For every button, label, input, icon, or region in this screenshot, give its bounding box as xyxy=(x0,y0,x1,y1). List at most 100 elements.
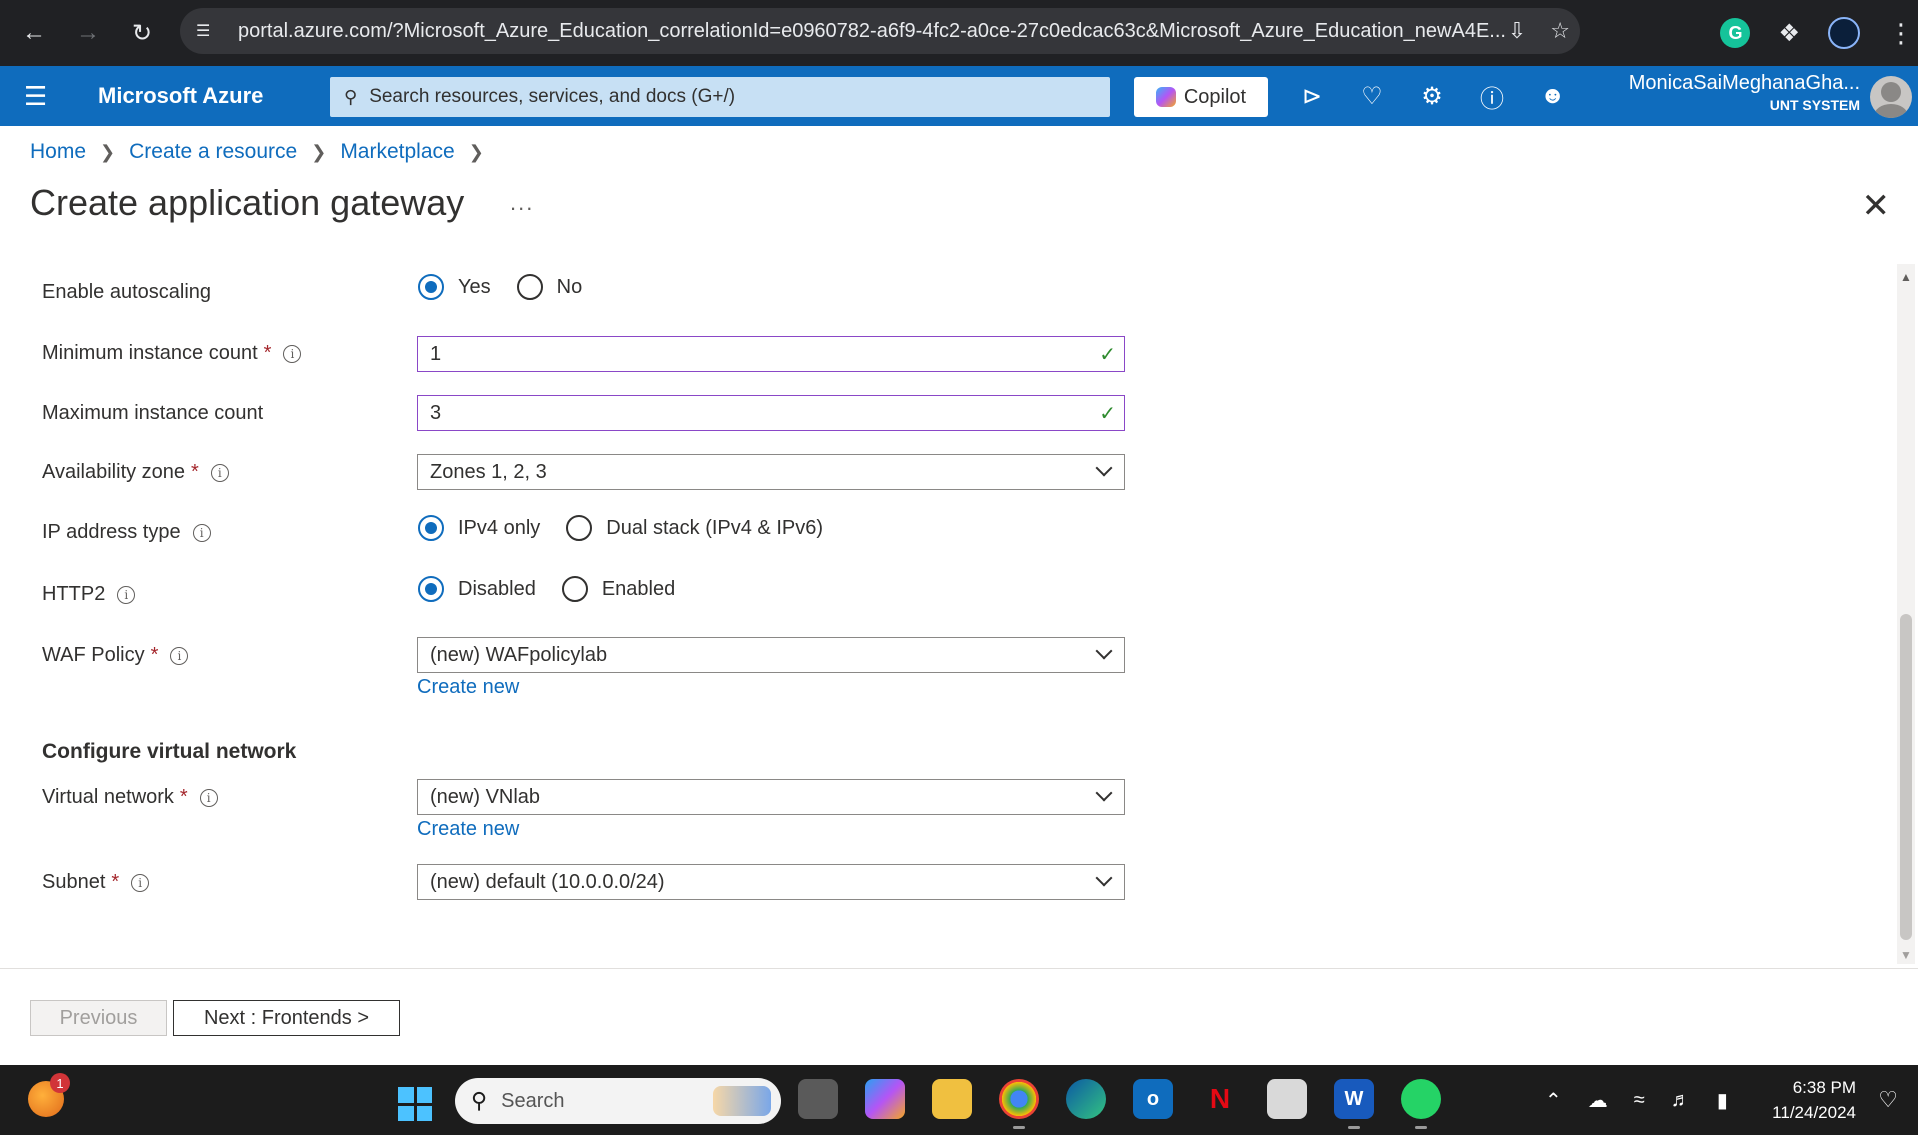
availability-zone-dropdown[interactable]: Zones 1, 2, 3 xyxy=(417,454,1125,490)
azure-header: ☰ Microsoft Azure ⚲ Search resources, se… xyxy=(0,66,1918,126)
task-view-icon[interactable] xyxy=(798,1079,838,1119)
feedback-icon[interactable]: ☻ xyxy=(1540,82,1565,110)
scrollbar-thumb[interactable] xyxy=(1900,614,1912,940)
account-menu[interactable]: MonicaSaiMeghanaGha... UNT SYSTEM xyxy=(1629,72,1860,113)
settings-gear-icon[interactable]: ⚙ xyxy=(1420,82,1444,111)
virtual-network-dropdown[interactable]: (new) VNlab xyxy=(417,779,1125,815)
info-icon[interactable]: i xyxy=(170,646,189,665)
taskbar-search-input[interactable]: ⚲ Search xyxy=(455,1078,781,1124)
virtual-network-value: (new) VNlab xyxy=(430,785,541,808)
forward-icon[interactable]: → xyxy=(68,13,108,53)
info-icon[interactable]: i xyxy=(283,344,302,363)
min-instance-label-text: Minimum instance count xyxy=(42,342,258,364)
grammarly-extension-icon[interactable]: G xyxy=(1720,18,1751,48)
vnet-create-new-link[interactable]: Create new xyxy=(417,818,519,841)
word-icon[interactable]: W xyxy=(1334,1079,1374,1129)
info-icon[interactable]: i xyxy=(131,873,150,892)
copilot-button[interactable]: Copilot xyxy=(1134,77,1268,117)
ip-type-label: IP address type i xyxy=(42,521,211,544)
waf-policy-value: (new) WAFpolicylab xyxy=(430,643,608,666)
scroll-up-icon[interactable]: ▲ xyxy=(1900,270,1912,284)
global-search-input[interactable]: ⚲ Search resources, services, and docs (… xyxy=(330,77,1110,117)
valid-checkmark-icon: ✓ xyxy=(1099,343,1116,366)
netflix-icon[interactable]: N xyxy=(1200,1079,1240,1119)
ipv4-only-radio[interactable] xyxy=(418,515,444,541)
user-tenant: UNT SYSTEM xyxy=(1769,97,1860,113)
site-settings-icon[interactable]: ☰ xyxy=(196,21,224,41)
profile-avatar[interactable] xyxy=(1828,17,1860,49)
snipping-tool-icon[interactable] xyxy=(1267,1079,1307,1119)
info-icon[interactable]: i xyxy=(192,523,211,542)
ipv4-only-label[interactable]: IPv4 only xyxy=(458,517,540,540)
file-explorer-icon[interactable] xyxy=(932,1079,972,1119)
http2-label-text: HTTP2 xyxy=(42,583,106,605)
breadcrumb-marketplace[interactable]: Marketplace xyxy=(340,140,454,164)
breadcrumb-create-resource[interactable]: Create a resource xyxy=(129,140,297,164)
user-avatar[interactable] xyxy=(1870,76,1912,118)
install-app-icon[interactable]: ⇩ xyxy=(1508,18,1526,44)
windows-taskbar: 1 ⚲ Search o N W ⌃ ☁ ≈ ♬ ▮ 6:38 PM 11/24… xyxy=(0,1065,1918,1135)
autoscaling-yes-label[interactable]: Yes xyxy=(458,276,491,299)
battery-icon[interactable]: ▮ xyxy=(1717,1088,1728,1113)
previous-button[interactable]: Previous xyxy=(30,1000,167,1036)
edge-icon[interactable] xyxy=(1066,1079,1106,1119)
outlook-icon[interactable]: o xyxy=(1133,1079,1173,1119)
system-clock[interactable]: 6:38 PM 11/24/2024 xyxy=(1772,1075,1856,1125)
wifi-icon[interactable]: ≈ xyxy=(1634,1089,1645,1112)
dual-stack-label[interactable]: Dual stack (IPv4 & IPv6) xyxy=(606,517,823,540)
start-menu-icon[interactable] xyxy=(398,1087,432,1121)
required-mark: * xyxy=(111,871,120,893)
azure-brand[interactable]: Microsoft Azure xyxy=(98,83,263,109)
autoscaling-no-radio[interactable] xyxy=(516,274,543,300)
autoscaling-yes-radio[interactable] xyxy=(418,274,444,300)
ip-type-radio-group: IPv4 only Dual stack (IPv4 & IPv6) xyxy=(418,515,849,541)
next-frontends-button[interactable]: Next : Frontends > xyxy=(173,1000,400,1036)
breadcrumb-home[interactable]: Home xyxy=(30,140,86,164)
http2-disabled-label[interactable]: Disabled xyxy=(458,578,536,601)
scroll-down-icon[interactable]: ▼ xyxy=(1900,948,1912,962)
chevron-right-icon: ❯ xyxy=(468,141,484,162)
whatsapp-icon[interactable] xyxy=(1401,1079,1441,1129)
min-instance-input[interactable]: 1 ✓ xyxy=(417,336,1125,372)
info-icon[interactable]: i xyxy=(210,463,229,482)
autoscaling-label-text: Enable autoscaling xyxy=(42,281,212,303)
subnet-dropdown[interactable]: (new) default (10.0.0.0/24) xyxy=(417,864,1125,900)
back-icon[interactable]: ← xyxy=(14,13,54,53)
min-instance-label: Minimum instance count * i xyxy=(42,342,302,365)
volume-icon[interactable]: ♬ xyxy=(1671,1089,1691,1112)
waf-create-new-link[interactable]: Create new xyxy=(417,676,519,699)
show-hidden-icons-icon[interactable]: ⌃ xyxy=(1545,1088,1562,1113)
info-icon[interactable]: i xyxy=(117,585,136,604)
portal-menu-icon[interactable]: ☰ xyxy=(24,81,54,112)
close-icon[interactable]: ✕ xyxy=(1862,186,1891,226)
dual-stack-radio[interactable] xyxy=(566,515,593,541)
ip-type-label-text: IP address type xyxy=(42,521,181,543)
notifications-bell-icon[interactable]: ♡ xyxy=(1360,82,1384,111)
taskbar-search-placeholder: Search xyxy=(501,1089,565,1112)
chevron-right-icon: ❯ xyxy=(311,141,327,162)
virtual-network-label: Virtual network * i xyxy=(42,786,218,809)
max-instance-input[interactable]: 3 ✓ xyxy=(417,395,1125,431)
bookmark-star-icon[interactable]: ☆ xyxy=(1550,18,1570,44)
http2-enabled-label[interactable]: Enabled xyxy=(602,578,675,601)
notification-center-icon[interactable]: ♡ xyxy=(1878,1087,1898,1113)
more-actions-icon[interactable]: ... xyxy=(510,190,534,216)
http2-disabled-radio[interactable] xyxy=(418,576,444,602)
extensions-icon[interactable]: ❖ xyxy=(1778,19,1800,48)
copilot-app-icon[interactable] xyxy=(865,1079,905,1119)
max-instance-value: 3 xyxy=(430,401,442,424)
browser-menu-icon[interactable]: ⋮ xyxy=(1888,18,1914,49)
autoscaling-no-label[interactable]: No xyxy=(557,276,583,299)
url-text[interactable]: portal.azure.com/?Microsoft_Azure_Educat… xyxy=(238,20,1538,43)
chevron-down-icon xyxy=(1095,784,1113,802)
cloud-shell-icon[interactable]: ⊳ xyxy=(1300,82,1324,111)
waf-policy-dropdown[interactable]: (new) WAFpolicylab xyxy=(417,637,1125,673)
http2-enabled-radio[interactable] xyxy=(561,576,588,602)
address-bar[interactable]: ☰ portal.azure.com/?Microsoft_Azure_Educ… xyxy=(180,8,1580,54)
chrome-icon[interactable] xyxy=(999,1079,1039,1129)
onedrive-icon[interactable]: ☁ xyxy=(1588,1088,1608,1113)
autoscaling-radio-group: Yes No xyxy=(418,274,608,300)
help-icon[interactable]: ⓘ xyxy=(1480,79,1504,114)
info-icon[interactable]: i xyxy=(199,788,218,807)
reload-icon[interactable]: ↻ xyxy=(122,13,162,53)
